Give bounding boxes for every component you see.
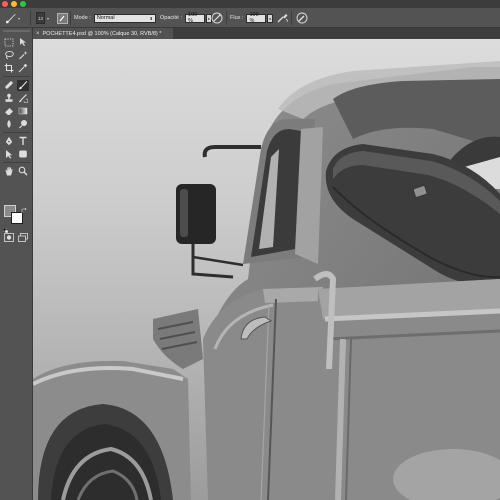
- airbrush-toggle[interactable]: [276, 11, 289, 25]
- brush-panel-icon: [56, 12, 69, 25]
- tools-panel: [0, 28, 33, 500]
- airbrush-icon: [276, 12, 289, 25]
- flow-chevron-icon: ▸: [269, 15, 272, 21]
- shape-icon: [18, 146, 28, 164]
- tool-preset-picker[interactable]: ▾: [4, 11, 20, 25]
- document-tab-bar: × POCHETTE4.psd @ 100% (Calque 30, RVB/8…: [33, 28, 500, 39]
- flow-input[interactable]: 100 %: [246, 12, 267, 24]
- pressure-size-icon: [295, 12, 308, 25]
- document-tab[interactable]: × POCHETTE4.psd @ 100% (Calque 30, RVB/8…: [33, 28, 173, 39]
- hand-icon: [4, 163, 14, 181]
- mode-label: Mode :: [74, 15, 91, 21]
- pressure-opacity-icon: [210, 12, 223, 25]
- quick-mask-icon: [4, 229, 14, 247]
- tool-crop[interactable]: [3, 63, 15, 74]
- mode-value: Normal: [96, 15, 115, 21]
- brush-panel-toggle[interactable]: [56, 11, 69, 25]
- eyedropper-icon: [18, 60, 28, 78]
- crop-icon: [4, 60, 14, 78]
- pressure-size-toggle[interactable]: [295, 11, 308, 25]
- painting-truck-image: [33, 61, 500, 500]
- opacity-value: 100 %: [188, 12, 198, 24]
- mode-select[interactable]: Normal ⬍: [93, 13, 156, 23]
- mode-group: Mode : Normal ⬍: [74, 11, 156, 25]
- tool-quick-mask[interactable]: [3, 232, 15, 243]
- brush-size-value: 13: [36, 12, 45, 24]
- zoom-window-button[interactable]: [20, 1, 26, 7]
- mode-chevron-icon: ⬍: [149, 15, 153, 21]
- document-title: POCHETTE4.psd @ 100% (Calque 30, RVB/8) …: [42, 30, 162, 37]
- screen-mode-icon: [18, 229, 28, 247]
- zoom-icon: [18, 163, 28, 181]
- document-canvas[interactable]: [33, 39, 500, 500]
- flow-slider-toggle[interactable]: ▸: [267, 13, 274, 23]
- blur-icon: [4, 116, 14, 134]
- opacity-label: Opacité :: [160, 15, 183, 21]
- tool-eyedropper[interactable]: [17, 63, 29, 74]
- brush-size-picker[interactable]: 13 ▾: [36, 11, 49, 25]
- close-window-button[interactable]: [2, 1, 8, 7]
- tool-path-selection[interactable]: [3, 149, 15, 160]
- tool-screen-mode[interactable]: [17, 232, 29, 243]
- color-swatches: [3, 180, 30, 202]
- tool-shape[interactable]: [17, 149, 29, 160]
- swap-colors-icon[interactable]: [21, 201, 27, 213]
- panel-grip[interactable]: [3, 30, 30, 32]
- pressure-opacity-toggle[interactable]: [210, 11, 223, 25]
- window-title-bar: [0, 0, 500, 8]
- flow-group: Flux : 100 % ▸: [230, 11, 274, 25]
- default-colors-icon[interactable]: [2, 220, 9, 234]
- path-selection-icon: [4, 146, 14, 164]
- close-tab-icon[interactable]: ×: [36, 31, 40, 37]
- dodge-icon: [18, 116, 28, 134]
- tool-hand[interactable]: [3, 166, 15, 177]
- options-bar: ▾ 13 ▾ Mode : Normal ⬍ Opacité : 100 % ▸…: [0, 8, 500, 28]
- minimize-window-button[interactable]: [11, 1, 17, 7]
- opacity-input[interactable]: 100 %: [185, 12, 206, 24]
- flow-label: Flux :: [230, 15, 244, 21]
- tool-zoom[interactable]: [17, 166, 29, 177]
- flow-value: 100 %: [249, 12, 259, 24]
- brush-preset-icon: [4, 12, 17, 25]
- tool-blur[interactable]: [3, 119, 15, 130]
- opacity-group: Opacité : 100 % ▸: [160, 11, 213, 25]
- tool-dodge[interactable]: [17, 119, 29, 130]
